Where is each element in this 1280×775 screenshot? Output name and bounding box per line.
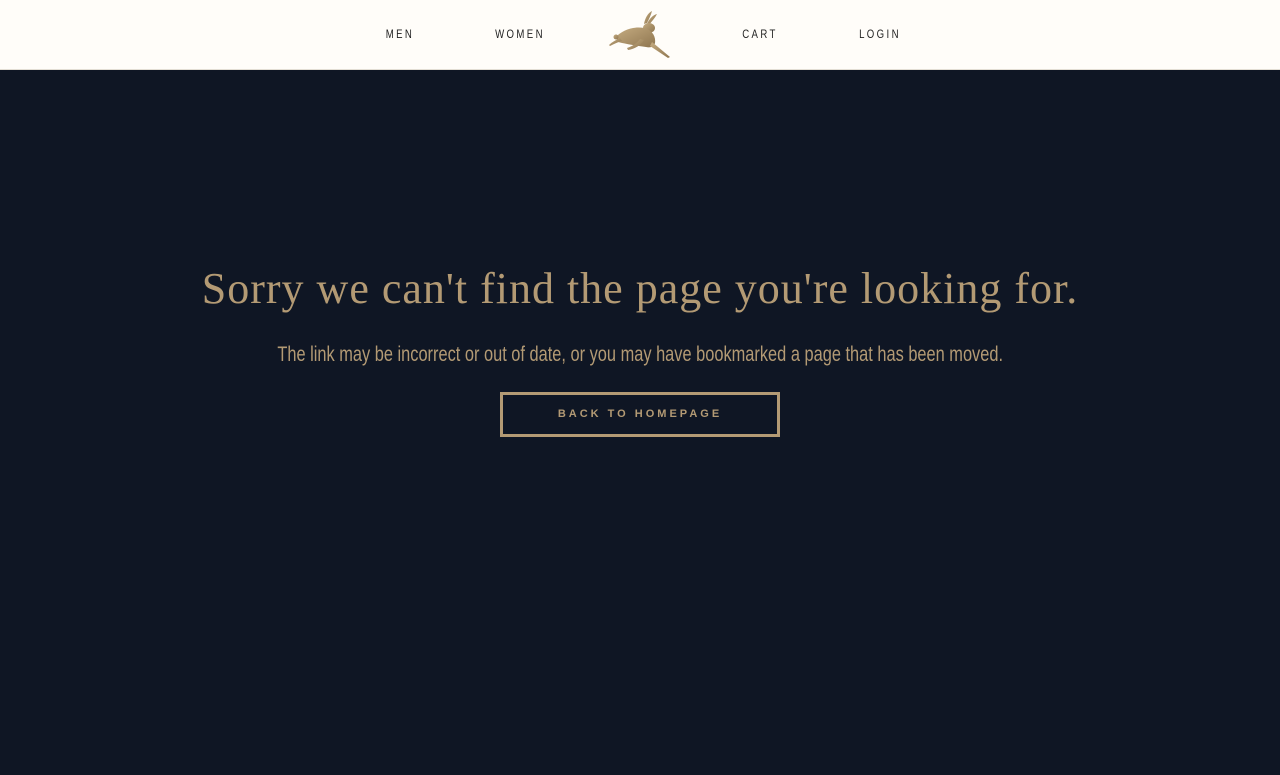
error-message: The link may be incorrect or out of date… [277, 343, 1003, 366]
nav-link-men[interactable]: MEN [376, 26, 424, 42]
nav-link-women[interactable]: WOMEN [488, 26, 552, 42]
nav-link-cart[interactable]: CART [732, 26, 788, 42]
error-message-container: The link may be incorrect or out of date… [0, 341, 1280, 369]
nav-link-login[interactable]: LOGIN [852, 26, 908, 42]
error-headline: Sorry we can't find the page you're look… [201, 264, 1079, 313]
hare-icon [609, 11, 670, 58]
back-to-homepage-button[interactable]: BACK TO HOMEPAGE [500, 392, 780, 437]
error-page-content: Sorry we can't find the page you're look… [0, 71, 1280, 775]
top-navigation-bar: MEN WOMEN CART LOGIN [0, 0, 1280, 70]
